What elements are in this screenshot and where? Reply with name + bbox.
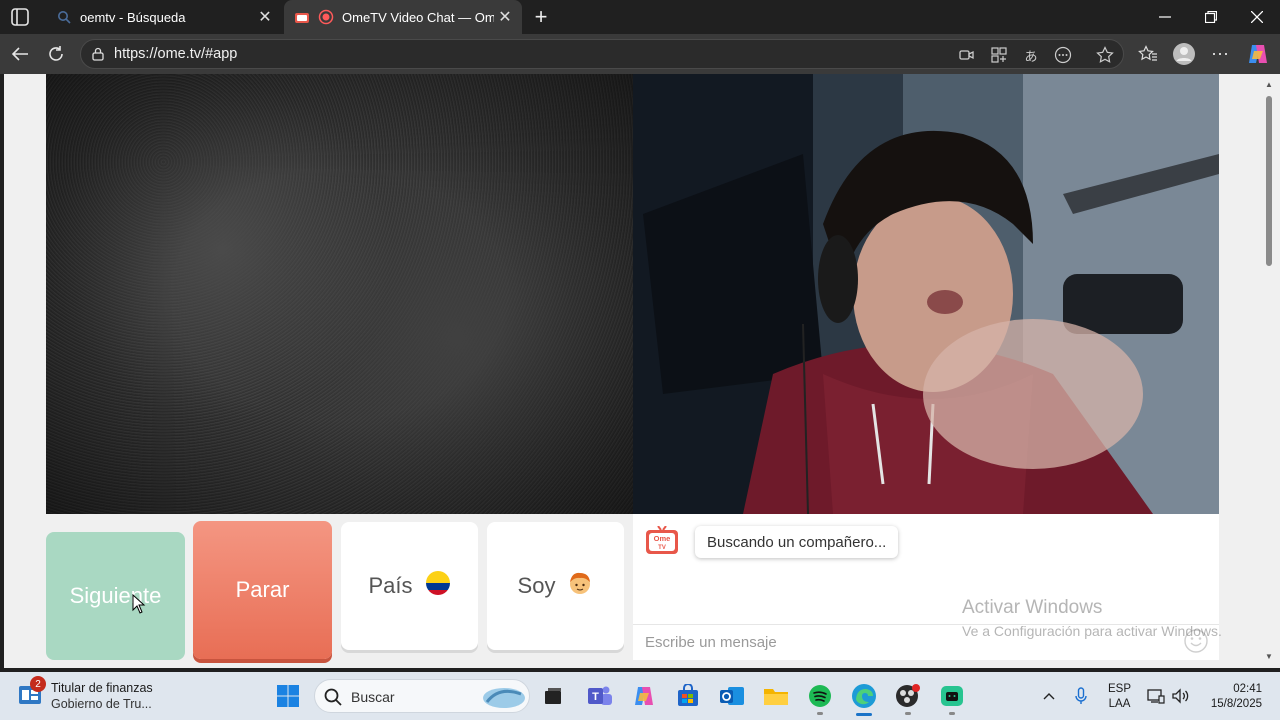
profile-avatar-icon[interactable] [1170, 40, 1198, 68]
logo-text-tv: TV [658, 545, 666, 551]
microsoft-store-icon[interactable] [672, 680, 704, 712]
spotify-icon[interactable] [804, 680, 836, 712]
running-indicator [905, 712, 911, 715]
tab-ometv[interactable]: OmeTV Video Chat — Omeg ✕ [284, 0, 522, 34]
tab-title: OmeTV Video Chat — Omeg [342, 9, 494, 25]
search-highlight-icon [481, 684, 527, 710]
teams-icon[interactable]: T [584, 680, 616, 712]
back-button[interactable] [6, 40, 34, 68]
close-tab-icon[interactable]: ✕ [254, 6, 276, 28]
partner-video-feed [46, 74, 633, 514]
minimize-button[interactable] [1142, 0, 1188, 34]
tab-title: oemtv - Búsqueda [80, 9, 186, 25]
logo-text-ome: Ome [654, 534, 671, 543]
copilot-taskbar-icon[interactable] [628, 680, 660, 712]
settings-menu-icon[interactable]: ⋯ [1206, 40, 1234, 68]
stop-button-label: Parar [235, 577, 290, 602]
ometv-logo: Ome TV [645, 525, 679, 556]
android-app-icon[interactable] [936, 680, 968, 712]
windows-activation-watermark: Activar Windows Ve a Configuración para … [962, 597, 1222, 639]
clock-date: 15/8/2025 [1210, 698, 1262, 710]
clock-time: 02:41 [1233, 683, 1262, 695]
tab-search[interactable]: oemtv - Búsqueda ✕ [46, 0, 282, 34]
new-tab-button[interactable]: + [528, 4, 554, 30]
system-clock[interactable]: 02:41 15/8/2025 [1206, 682, 1262, 712]
microphone-icon[interactable] [1072, 672, 1090, 720]
copilot-icon[interactable] [1244, 40, 1272, 68]
more-options-circle-icon[interactable] [1053, 45, 1073, 65]
ometv-favicon-icon [294, 9, 310, 25]
watermark-subtitle: Ve a Configuración para activar Windows. [962, 623, 1222, 639]
svg-text:T: T [592, 691, 599, 703]
page-scrollbar[interactable]: ▲ ▼ [1262, 74, 1280, 668]
running-indicator [817, 712, 823, 715]
network-icon[interactable] [1146, 672, 1166, 720]
taskbar-search-box[interactable]: Buscar [314, 679, 530, 713]
country-button-label: País [368, 573, 413, 598]
windows-taskbar: 2 Titular de finanzas Gobierno de Tru...… [0, 672, 1280, 720]
obs-icon[interactable] [892, 680, 924, 712]
start-button-icon[interactable] [272, 680, 304, 712]
search-icon [323, 687, 343, 707]
url-text[interactable]: https://ome.tv/#app [114, 46, 237, 62]
status-message: Buscando un compañero... [695, 526, 899, 558]
news-widget[interactable]: 2 Titular de finanzas Gobierno de Tru... [18, 676, 218, 714]
tab-actions-icon[interactable] [8, 6, 32, 28]
language-indicator[interactable]: ESP LAA [1108, 682, 1131, 712]
boy-face-icon [567, 570, 593, 602]
file-explorer-icon[interactable] [760, 680, 792, 712]
translate-icon[interactable]: あ [1021, 45, 1041, 65]
keyboard-layout: LAA [1108, 698, 1131, 710]
volume-icon[interactable] [1170, 672, 1192, 720]
next-button-label: Siguiente [69, 583, 162, 608]
scroll-down-arrow-icon[interactable]: ▼ [1265, 652, 1275, 662]
favorite-star-icon[interactable] [1095, 45, 1115, 65]
self-video-feed [633, 74, 1219, 514]
address-bar[interactable]: https://ome.tv/#app あ [80, 39, 1124, 69]
watermark-title: Activar Windows [962, 597, 1103, 618]
gender-filter-button[interactable]: Soy [487, 522, 624, 650]
country-filter-button[interactable]: País [341, 522, 478, 650]
active-app-indicator [856, 713, 872, 716]
browser-title-bar: oemtv - Búsqueda ✕ OmeTV Video Chat — Om… [0, 0, 1280, 34]
colombia-flag-icon [425, 570, 451, 602]
scrollbar-thumb[interactable] [1266, 96, 1272, 266]
scroll-up-arrow-icon[interactable]: ▲ [1265, 80, 1275, 90]
widget-headline: Titular de finanzas [51, 681, 153, 695]
restore-button[interactable] [1188, 0, 1234, 34]
running-indicator [949, 712, 955, 715]
stop-button[interactable]: Parar [193, 521, 332, 659]
search-placeholder: Buscar [351, 689, 395, 705]
camera-icon[interactable] [957, 45, 977, 65]
favorites-icon[interactable] [1134, 40, 1162, 68]
message-input[interactable]: Escribe un mensaje [645, 634, 777, 651]
widget-subline: Gobierno de Tru... [51, 697, 152, 711]
close-window-button[interactable] [1234, 0, 1280, 34]
gender-button-label: Soy [517, 573, 556, 598]
record-icon [318, 9, 334, 25]
notification-badge: 2 [30, 676, 46, 692]
search-icon [56, 9, 72, 25]
chevron-up-icon[interactable] [1040, 672, 1058, 720]
browser-toolbar: https://ome.tv/#app あ ⋯ [0, 34, 1280, 74]
next-button[interactable]: Siguiente [46, 532, 185, 660]
lock-icon[interactable] [91, 47, 105, 61]
edge-icon[interactable] [848, 680, 880, 712]
task-view-icon[interactable] [537, 680, 569, 712]
outlook-icon[interactable] [716, 680, 748, 712]
refresh-button[interactable] [42, 40, 70, 68]
language-code: ESP [1108, 683, 1132, 695]
apps-icon[interactable] [989, 45, 1009, 65]
mouse-cursor-icon [132, 593, 146, 614]
close-tab-icon[interactable]: ✕ [494, 6, 516, 28]
